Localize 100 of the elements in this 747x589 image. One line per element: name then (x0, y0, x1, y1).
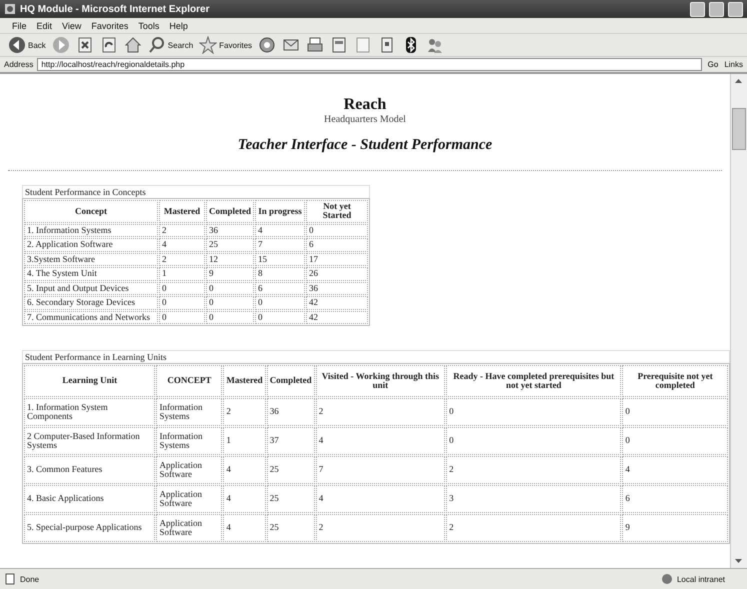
table-cell: 0 (206, 282, 254, 296)
people-icon[interactable] (426, 36, 444, 54)
table-cell: 3.System Software (24, 252, 158, 266)
page-icon (4, 573, 16, 585)
table-cell: 36 (206, 224, 254, 238)
table-cell: 4 (316, 426, 446, 455)
table-cell: 0 (255, 310, 305, 324)
table-cell: 6 (255, 282, 305, 296)
scroll-thumb[interactable] (732, 108, 746, 150)
table-cell: 2 (446, 514, 622, 542)
refresh-icon[interactable] (100, 36, 118, 54)
table-cell: 7 (255, 238, 305, 252)
status-text: Done (20, 574, 40, 584)
table-cell: 0 (255, 296, 305, 310)
media-icon[interactable] (258, 36, 276, 54)
table-cell: 0 (159, 296, 205, 310)
table-cell: 0 (159, 282, 205, 296)
menu-item[interactable]: File (12, 20, 27, 30)
stop-icon[interactable] (76, 36, 94, 54)
table-cell: 0 (446, 398, 622, 426)
table-cell: 0 (206, 296, 254, 310)
table-cell: 6. Secondary Storage Devices (24, 296, 158, 310)
window-title: HQ Module - Microsoft Internet Explorer (20, 4, 210, 14)
column-header: Concept (24, 200, 158, 223)
table-caption: Student Performance in Concepts (25, 187, 146, 197)
printer-icon[interactable] (306, 36, 324, 54)
table-cell: 0 (622, 398, 728, 426)
column-header: Prerequisite not yet completed (622, 364, 728, 397)
menu-item[interactable]: Help (169, 20, 188, 30)
table-cell: 25 (266, 484, 315, 513)
table-cell: 2 (316, 514, 446, 542)
column-header: Not yet Started (306, 200, 368, 223)
column-header: Completed (206, 200, 254, 223)
table-cell: 25 (266, 514, 315, 542)
table-cell: 3 (446, 484, 622, 513)
address-label: Address (4, 60, 34, 69)
table-cell: 3. Common Features (24, 456, 156, 484)
table-cell: 0 (446, 426, 622, 455)
links-button[interactable]: Links (724, 60, 743, 69)
column-header: Learning Unit (24, 364, 156, 397)
table-cell: 7. Communications and Networks (24, 310, 158, 324)
table-cell: 1 (159, 267, 205, 281)
table-cell: 9 (206, 267, 254, 281)
zone-label: Local intranet (676, 574, 725, 584)
table-cell: Application Software (156, 484, 222, 513)
table-cell: 0 (159, 310, 205, 324)
table-cell: Application Software (156, 514, 222, 542)
table-cell: 4 (223, 514, 266, 542)
site-heading: Reach (344, 96, 386, 114)
column-header: Completed (266, 364, 315, 397)
favorites-button[interactable]: Favorites (199, 36, 252, 54)
table-cell: 2 (223, 398, 266, 426)
table-cell: 25 (206, 238, 254, 252)
table-cell: 4. Basic Applications (24, 484, 156, 513)
table-cell: 4 (159, 238, 205, 252)
table-cell: 5. Input and Output Devices (24, 282, 158, 296)
table-cell: 42 (306, 310, 368, 324)
address-field[interactable]: http://localhost/reach/regionaldetails.php (37, 58, 702, 71)
table-cell: 15 (255, 252, 305, 266)
menu-item[interactable]: Tools (138, 20, 160, 30)
menu-item[interactable]: View (62, 20, 82, 30)
table-cell: 2 (316, 398, 446, 426)
table-cell: 4 (622, 456, 728, 484)
network-icon (660, 573, 673, 585)
table-cell: 6 (306, 238, 368, 252)
table-cell: 4 (316, 484, 446, 513)
table-cell: 0 (306, 224, 368, 238)
back-icon (8, 36, 26, 54)
page-title: Teacher Interface - Student Performance (238, 137, 492, 154)
table-cell: 1. Information System Components (24, 398, 156, 426)
table-cell: 8 (255, 267, 305, 281)
table-cell: 9 (622, 514, 728, 542)
page-icon[interactable] (354, 36, 372, 54)
table-cell: 25 (266, 456, 315, 484)
table-cell: Information Systems (156, 398, 222, 426)
go-button[interactable]: Go (706, 60, 720, 69)
table-cell: 2 Computer-Based Information Systems (24, 426, 156, 455)
search-icon (148, 36, 166, 54)
document-icon[interactable] (330, 36, 348, 54)
table-cell: 17 (306, 252, 368, 266)
home-icon[interactable] (124, 36, 142, 54)
table-cell: 5. Special-purpose Applications (24, 514, 156, 542)
back-button[interactable]: Back (8, 36, 46, 54)
search-button[interactable]: Search (148, 36, 194, 54)
browser-icon (4, 3, 16, 15)
table-cell: 0 (622, 426, 728, 455)
table-cell: 4 (223, 484, 266, 513)
table-cell: 36 (306, 282, 368, 296)
table-cell: 1. Information Systems (24, 224, 158, 238)
table-cell: Application Software (156, 456, 222, 484)
menu-item[interactable]: Favorites (91, 20, 128, 30)
menu-item[interactable]: Edit (36, 20, 52, 30)
table-cell: 0 (206, 310, 254, 324)
table-cell: 2 (159, 252, 205, 266)
table-cell: 1 (223, 426, 266, 455)
table-cell: 26 (306, 267, 368, 281)
scrollbar[interactable] (730, 74, 747, 568)
column-header: CONCEPT (156, 364, 222, 397)
table-cell: 4 (255, 224, 305, 238)
table-cell: 37 (266, 426, 315, 455)
